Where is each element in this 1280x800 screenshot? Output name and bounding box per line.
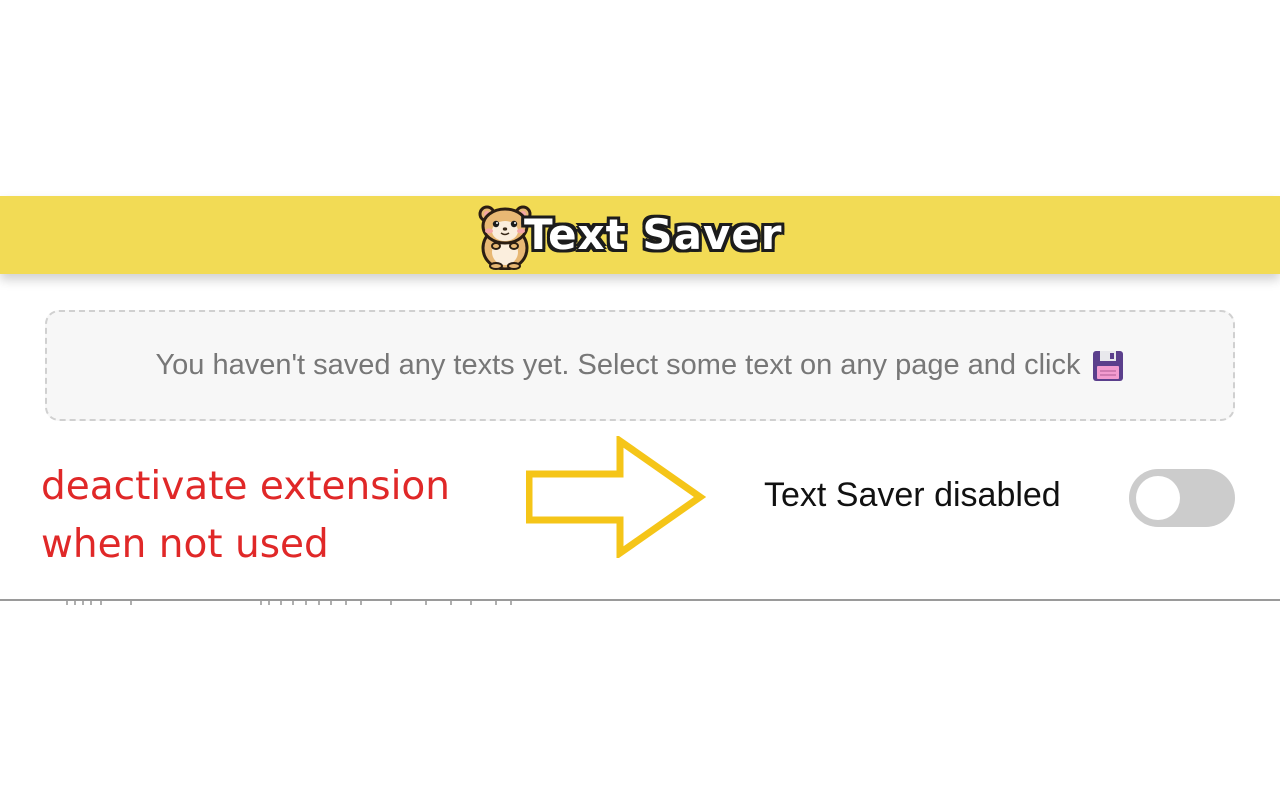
toggle-knob — [1136, 476, 1180, 520]
app-header: Text Saver — [0, 196, 1280, 274]
app-logo-text: Text Saver — [524, 210, 783, 259]
background-text-fragment — [30, 601, 520, 607]
floppy-disk-icon — [1093, 350, 1124, 381]
right-arrow-icon — [526, 436, 706, 558]
annotation-line-1: deactivate extension — [41, 464, 451, 509]
screenshot-canvas: Text Saver You haven't saved any texts y… — [0, 0, 1280, 800]
annotation-text: deactivate extension when not used — [41, 458, 450, 574]
annotation-line-2: when not used — [41, 522, 329, 567]
enable-extension-toggle[interactable] — [1129, 469, 1235, 527]
empty-state-message: You haven't saved any texts yet. Select … — [155, 349, 1081, 381]
extension-status-label: Text Saver disabled — [764, 476, 1061, 514]
app-logo: Text Saver — [476, 202, 806, 272]
empty-state-box: You haven't saved any texts yet. Select … — [45, 310, 1235, 421]
